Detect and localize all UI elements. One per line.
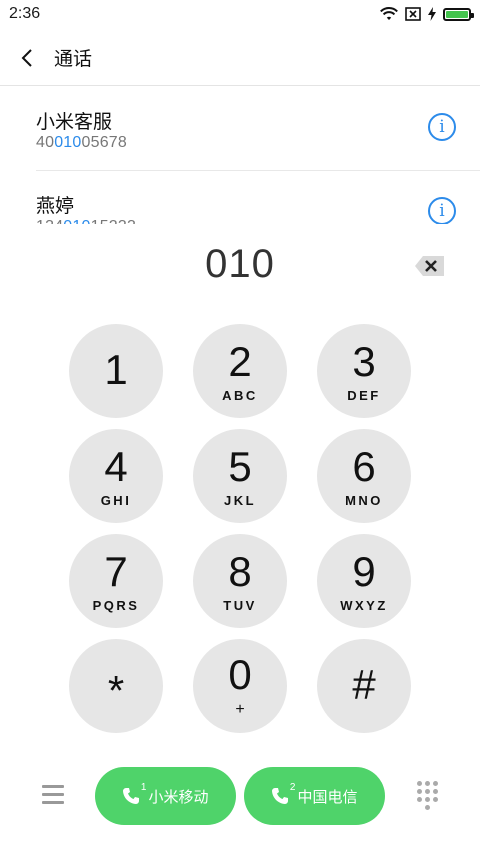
number-match: 010 bbox=[54, 134, 82, 151]
sim-index: 1 bbox=[140, 782, 147, 793]
status-icons bbox=[380, 7, 474, 21]
header: 通话 bbox=[0, 30, 480, 86]
dial-input-display: 010 bbox=[205, 242, 275, 286]
menu-icon[interactable] bbox=[42, 785, 64, 805]
key-star[interactable]: * bbox=[69, 639, 163, 733]
wifi-icon bbox=[380, 7, 398, 20]
page-title: 通话 bbox=[54, 49, 93, 70]
phone-icon: 2 bbox=[271, 782, 295, 805]
key-8[interactable]: 8 TUV bbox=[193, 534, 287, 628]
charging-icon bbox=[428, 7, 436, 21]
back-button[interactable] bbox=[0, 30, 54, 86]
key-2[interactable]: 2 ABC bbox=[193, 324, 287, 418]
contact-row[interactable]: 燕婷 13401015233 i bbox=[36, 171, 480, 224]
info-icon[interactable]: i bbox=[428, 197, 456, 224]
battery-icon bbox=[443, 7, 474, 21]
key-3[interactable]: 3 DEF bbox=[317, 324, 411, 418]
phone-icon: 1 bbox=[122, 782, 146, 805]
keypad-icon[interactable] bbox=[417, 781, 439, 811]
contact-results: 小米客服 4001005678 i 燕婷 13401015233 i bbox=[0, 87, 480, 224]
sim2-label: 中国电信 bbox=[297, 788, 358, 806]
dial-panel: 010 1 2 ABC 3 DEF 4 GHI 5 JKL 6 MNO 7 PQ… bbox=[0, 224, 480, 853]
status-bar: 2:36 bbox=[0, 0, 480, 28]
key-6[interactable]: 6 MNO bbox=[317, 429, 411, 523]
sim1-label: 小米移动 bbox=[148, 788, 209, 806]
sim-index: 2 bbox=[289, 782, 296, 793]
info-icon[interactable]: i bbox=[428, 113, 456, 141]
backspace-icon[interactable] bbox=[414, 255, 446, 277]
call-sim2-button[interactable]: 2 中国电信 bbox=[244, 767, 385, 825]
status-time: 2:36 bbox=[9, 5, 41, 22]
key-5[interactable]: 5 JKL bbox=[193, 429, 287, 523]
key-0[interactable]: 0 + bbox=[193, 639, 287, 733]
key-hash[interactable]: # bbox=[317, 639, 411, 733]
key-4[interactable]: 4 GHI bbox=[69, 429, 163, 523]
contact-number: 4001005678 bbox=[36, 134, 127, 151]
dial-actions: 1 小米移动 2 中国电信 bbox=[0, 767, 480, 829]
call-sim1-button[interactable]: 1 小米移动 bbox=[95, 767, 236, 825]
key-9[interactable]: 9 WXYZ bbox=[317, 534, 411, 628]
back-icon bbox=[21, 48, 32, 67]
no-sim-icon bbox=[405, 7, 421, 21]
contact-row[interactable]: 小米客服 4001005678 i bbox=[36, 87, 480, 171]
contact-name: 小米客服 bbox=[36, 112, 113, 133]
key-1[interactable]: 1 bbox=[69, 324, 163, 418]
contact-name: 燕婷 bbox=[36, 196, 75, 217]
key-7[interactable]: 7 PQRS bbox=[69, 534, 163, 628]
